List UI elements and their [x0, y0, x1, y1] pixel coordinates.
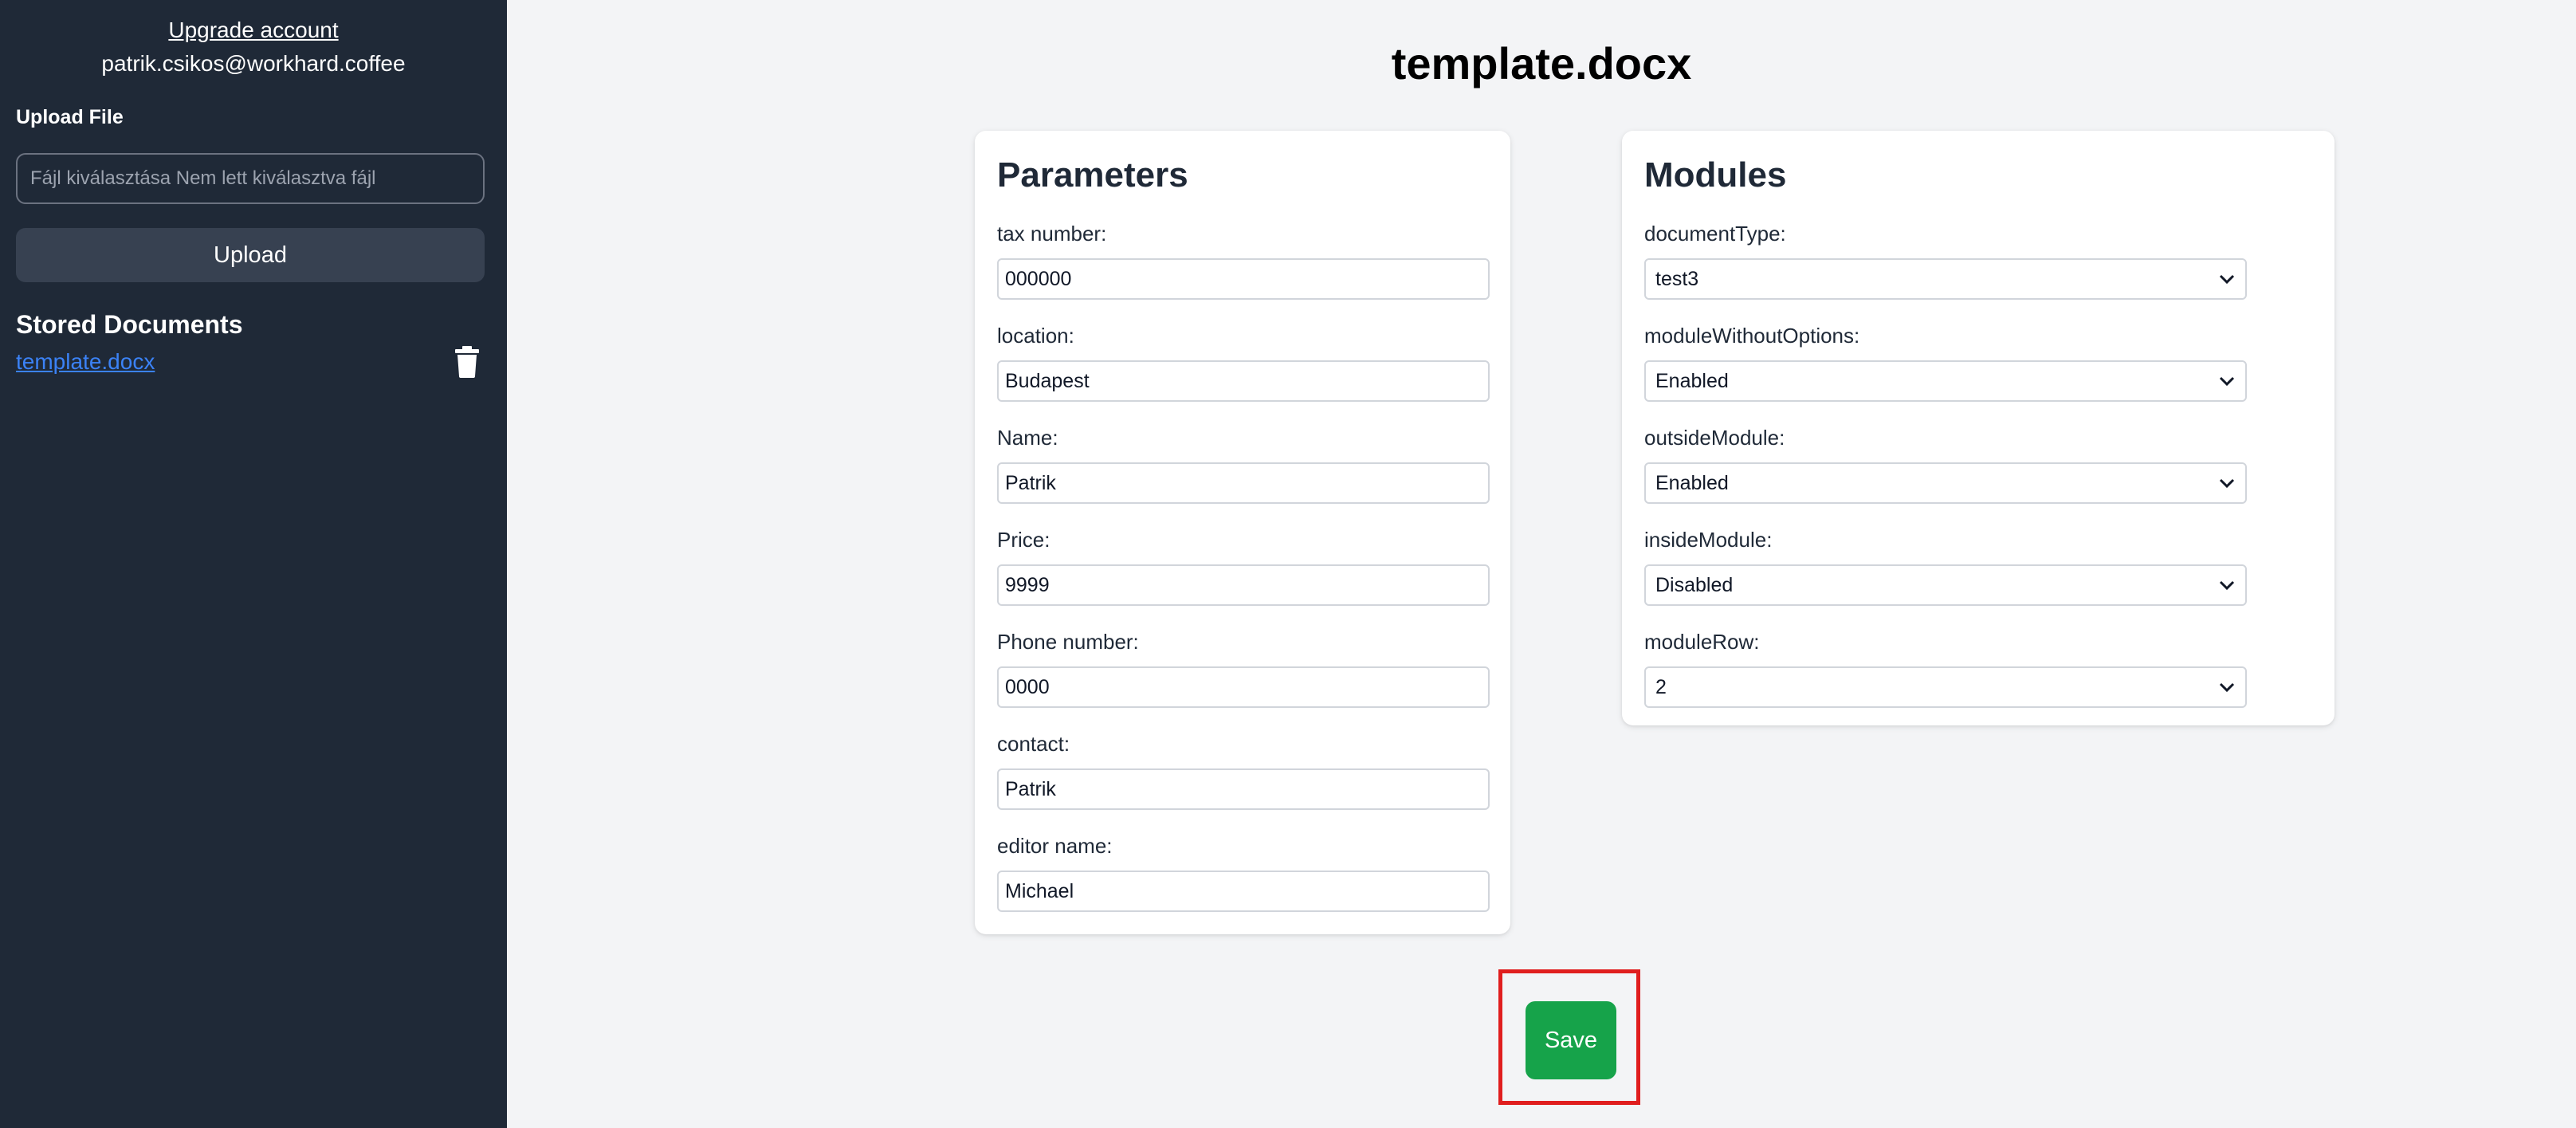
phone-number-label: Phone number: — [997, 630, 1139, 654]
tax-number-label: tax number: — [997, 222, 1107, 246]
stored-documents-heading: Stored Documents — [16, 310, 243, 339]
editor-name-label: editor name: — [997, 834, 1113, 858]
module-without-options-value: Enabled — [1655, 369, 1729, 392]
inside-module-label: insideModule: — [1644, 528, 1773, 552]
trash-icon[interactable] — [454, 346, 480, 378]
document-type-select[interactable]: test3 — [1644, 258, 2247, 300]
location-input[interactable]: Budapest — [997, 360, 1490, 402]
tax-number-input[interactable]: 000000 — [997, 258, 1490, 300]
location-label: location: — [997, 324, 1074, 348]
document-type-label: documentType: — [1644, 222, 1786, 246]
file-chooser-input[interactable]: Fájl kiválasztása Nem lett kiválasztva f… — [16, 153, 485, 204]
price-input[interactable]: 9999 — [997, 564, 1490, 606]
parameters-card: Parameters tax number: 000000 location: … — [975, 131, 1510, 934]
parameters-title: Parameters — [997, 155, 1188, 195]
name-input[interactable]: Patrik — [997, 462, 1490, 504]
chevron-down-icon — [2219, 682, 2235, 693]
document-link-template[interactable]: template.docx — [16, 348, 155, 376]
modules-card: Modules documentType: test3 moduleWithou… — [1622, 131, 2334, 725]
chevron-down-icon — [2219, 376, 2235, 387]
upload-button[interactable]: Upload — [16, 228, 485, 282]
name-label: Name: — [997, 426, 1058, 450]
module-row-label: moduleRow: — [1644, 630, 1760, 654]
contact-input[interactable]: Patrik — [997, 768, 1490, 810]
page-title: template.docx — [1391, 38, 1692, 88]
chevron-down-icon — [2219, 478, 2235, 489]
module-row-value: 2 — [1655, 675, 1667, 698]
inside-module-value: Disabled — [1655, 573, 1734, 596]
chevron-down-icon — [2219, 580, 2235, 591]
module-without-options-label: moduleWithoutOptions: — [1644, 324, 1860, 348]
outside-module-label: outsideModule: — [1644, 426, 1785, 450]
phone-number-input[interactable]: 0000 — [997, 666, 1490, 708]
editor-name-input[interactable]: Michael — [997, 871, 1490, 912]
save-button[interactable]: Save — [1526, 1001, 1616, 1079]
price-label: Price: — [997, 528, 1050, 552]
upgrade-account-link[interactable]: Upgrade account — [0, 16, 507, 45]
inside-module-select[interactable]: Disabled — [1644, 564, 2247, 606]
outside-module-select[interactable]: Enabled — [1644, 462, 2247, 504]
module-row-select[interactable]: 2 — [1644, 666, 2247, 708]
contact-label: contact: — [997, 732, 1070, 756]
modules-title: Modules — [1644, 155, 1787, 195]
user-email: patrik.csikos@workhard.coffee — [101, 51, 406, 76]
outside-module-value: Enabled — [1655, 471, 1729, 494]
upload-file-heading: Upload File — [16, 106, 124, 128]
module-without-options-select[interactable]: Enabled — [1644, 360, 2247, 402]
sidebar: Upgrade account patrik.csikos@workhard.c… — [0, 0, 507, 1128]
chevron-down-icon — [2219, 274, 2235, 285]
document-type-value: test3 — [1655, 267, 1699, 290]
